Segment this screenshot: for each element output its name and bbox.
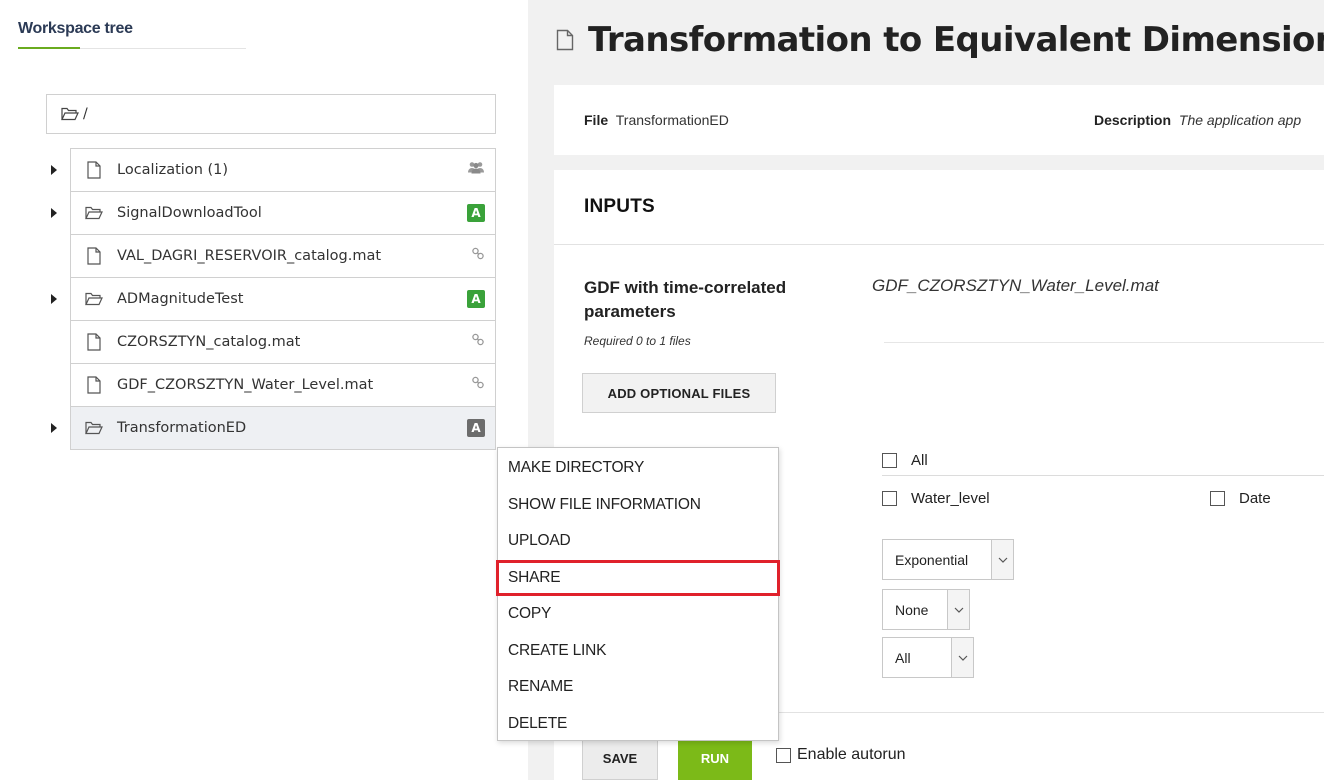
link-icon <box>471 333 485 352</box>
app-badge: A <box>467 419 485 437</box>
tree-item-transformationed[interactable]: TransformationED A <box>51 407 495 450</box>
tree-item-czorsztyn-catalog[interactable]: CZORSZTYN_catalog.mat <box>71 321 495 364</box>
menu-item-share[interactable]: SHARE <box>496 559 780 596</box>
enable-autorun-row[interactable]: Enable autorun <box>776 746 906 764</box>
checkbox-date-label: Date <box>1239 490 1271 507</box>
save-button[interactable]: SAVE <box>582 736 658 780</box>
checkbox-water-level-label: Water_level <box>911 490 990 507</box>
expand-caret-icon[interactable] <box>51 208 57 218</box>
menu-item-create-link[interactable]: CREATE LINK <box>498 633 778 670</box>
method-select-value: Exponential <box>895 551 969 568</box>
autorun-label: Enable autorun <box>797 746 906 763</box>
link-icon <box>471 247 485 266</box>
file-value: TransformationED <box>615 112 729 128</box>
third-select-value: All <box>895 649 911 666</box>
page-header: Transformation to Equivalent Dimensions <box>556 20 1324 60</box>
file-icon <box>556 29 574 51</box>
menu-item-delete[interactable]: DELETE <box>498 706 778 743</box>
second-select[interactable]: None <box>882 589 970 630</box>
link-icon <box>471 376 485 395</box>
checkbox-water-level[interactable] <box>882 491 897 506</box>
file-info-card: File TransformationED Description The ap… <box>554 85 1324 155</box>
checkbox-divider <box>882 475 1324 476</box>
expand-caret-icon[interactable] <box>51 165 57 175</box>
group-icon <box>467 161 485 180</box>
inputs-heading: INPUTS <box>554 170 1324 245</box>
description-value: The application app <box>1178 112 1302 128</box>
input-divider <box>884 342 1324 343</box>
folder-open-icon <box>61 107 79 121</box>
current-path-box[interactable]: / <box>46 94 496 134</box>
folder-icon <box>85 289 103 309</box>
tree-item-label: ADMagnitudeTest <box>117 291 244 307</box>
input-label: GDF with time-correlated parameters <box>584 278 787 321</box>
checkbox-all-row[interactable]: All <box>882 452 928 469</box>
tree-item-label: TransformationED <box>117 420 247 436</box>
description-label: Description <box>1094 112 1172 128</box>
input-requirement: Required 0 to 1 files <box>584 334 691 348</box>
workspace-tree-list: Localization (1) SignalDownloadTool A VA… <box>51 148 496 450</box>
chevron-down-icon[interactable] <box>947 590 969 629</box>
tree-item-gdf-water-level[interactable]: GDF_CZORSZTYN_Water_Level.mat <box>71 364 495 407</box>
checkbox-all[interactable] <box>882 453 897 468</box>
page-title: Transformation to Equivalent Dimensions <box>588 20 1324 60</box>
checkbox-date-row[interactable]: Date <box>1210 490 1271 507</box>
app-badge: A <box>467 290 485 308</box>
input-file-name[interactable]: GDF_CZORSZTYN_Water_Level.mat <box>872 276 1159 296</box>
workspace-title-accent <box>18 47 80 49</box>
checkbox-all-label: All <box>911 452 928 469</box>
menu-item-copy[interactable]: COPY <box>498 596 778 633</box>
tree-item-label: SignalDownloadTool <box>117 205 262 221</box>
workspace-tree-title: Workspace tree <box>18 20 133 37</box>
current-path-text: / <box>83 106 88 122</box>
app-badge: A <box>467 204 485 222</box>
menu-item-make-directory[interactable]: MAKE DIRECTORY <box>498 450 778 487</box>
context-menu: MAKE DIRECTORY SHOW FILE INFORMATION UPL… <box>496 447 780 743</box>
folder-icon <box>85 418 103 438</box>
autorun-checkbox[interactable] <box>776 747 791 763</box>
tree-item-val-dagri-catalog[interactable]: VAL_DAGRI_RESERVOIR_catalog.mat <box>71 235 495 278</box>
menu-item-show-file-information[interactable]: SHOW FILE INFORMATION <box>498 487 778 524</box>
run-button[interactable]: RUN <box>678 736 752 780</box>
tree-item-admagnitudetest[interactable]: ADMagnitudeTest A <box>51 278 495 321</box>
menu-item-upload[interactable]: UPLOAD <box>498 523 778 560</box>
expand-caret-icon[interactable] <box>51 423 57 433</box>
tree-item-label: GDF_CZORSZTYN_Water_Level.mat <box>117 377 374 393</box>
tree-item-localization[interactable]: Localization (1) <box>51 149 495 192</box>
checkbox-date[interactable] <box>1210 491 1225 506</box>
tree-item-label: CZORSZTYN_catalog.mat <box>117 334 301 350</box>
checkbox-water-level-row[interactable]: Water_level <box>882 490 990 507</box>
tree-item-label: VAL_DAGRI_RESERVOIR_catalog.mat <box>117 248 382 264</box>
file-icon <box>85 160 103 180</box>
third-select[interactable]: All <box>882 637 974 678</box>
file-icon <box>85 375 103 395</box>
chevron-down-icon[interactable] <box>991 540 1013 579</box>
description-info: Description The application app <box>1094 112 1301 128</box>
file-icon <box>85 246 103 266</box>
file-icon <box>85 332 103 352</box>
file-info: File TransformationED <box>584 112 729 128</box>
folder-icon <box>85 203 103 223</box>
tree-item-signaldownloadtool[interactable]: SignalDownloadTool A <box>51 192 495 235</box>
expand-caret-icon[interactable] <box>51 294 57 304</box>
second-select-value: None <box>895 601 929 618</box>
file-label: File <box>584 112 609 128</box>
method-select[interactable]: Exponential <box>882 539 1014 580</box>
add-optional-files-button[interactable]: ADD OPTIONAL FILES <box>582 373 776 413</box>
chevron-down-icon[interactable] <box>951 638 973 677</box>
tree-item-label: Localization (1) <box>117 162 229 178</box>
menu-item-rename[interactable]: RENAME <box>498 669 778 706</box>
